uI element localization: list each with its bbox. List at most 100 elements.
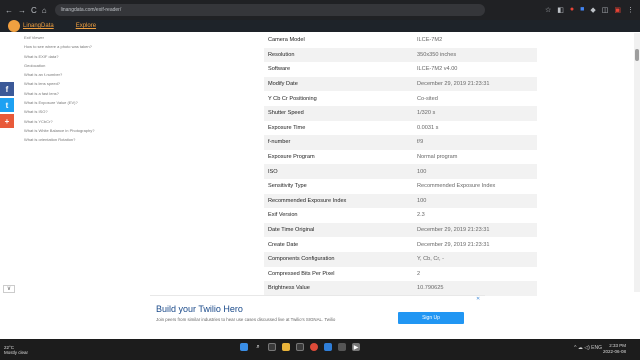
table-row: Exposure Program Normal program [264, 150, 537, 165]
sidebar-link[interactable]: What is Exposure Value (EV)? [24, 98, 144, 107]
exif-value: 10.790625 [417, 285, 444, 292]
exif-value: 2 [417, 270, 421, 277]
browser-nav: ← → C ⌂ [0, 6, 47, 15]
table-row: Shutter Speed 1/320 s [264, 105, 537, 121]
logo-text: LinangData [23, 23, 54, 29]
extension-icon[interactable]: ◧ [557, 6, 564, 14]
exif-key: Compressed Bits Per Pixel [268, 270, 335, 277]
system-tray[interactable]: ^ ☁ ◁) ENG [574, 345, 602, 351]
table-row: Modify Date December 29, 2019 21:23:31 [264, 76, 537, 92]
sidebar-link[interactable]: What is orientation Rotation? [24, 135, 144, 144]
logo-icon [8, 20, 20, 32]
sidebar-link[interactable]: What is White Balance in Photography? [24, 126, 144, 135]
exif-key: Exposure Program [268, 154, 315, 161]
table-row: Brightness Value 10.790625 [264, 281, 537, 296]
social-share-bar: f t + [0, 82, 14, 130]
ad-banner[interactable]: Build your Twilio Hero Join peers from s… [150, 295, 485, 335]
sidebar-link[interactable]: Exif Viewer [24, 33, 144, 42]
exif-key: Shutter Speed [268, 110, 304, 117]
table-row: Exif Version 2.3 [264, 208, 537, 223]
table-row: Recommended Exposure Index 100 [264, 193, 537, 209]
exif-key: Create Date [268, 241, 299, 248]
address-bar[interactable]: linangdata.com/exif-reader/ [54, 4, 485, 16]
sidebar-link[interactable]: What is YCbCr? [24, 117, 144, 126]
sidebar-link[interactable]: What is lens speed? [24, 79, 144, 88]
exif-key: Exif Version [268, 212, 298, 219]
sidebar-link[interactable]: What is EXIF data? [24, 52, 144, 61]
table-row: Resolution 350x350 inches [264, 47, 537, 63]
site-logo[interactable]: LinangData [8, 20, 54, 32]
exif-key: Brightness Value [268, 285, 310, 292]
reload-button[interactable]: C [31, 6, 37, 15]
exif-value: Co-sited [417, 95, 438, 102]
chrome-icon[interactable] [310, 343, 318, 351]
store-icon[interactable] [296, 343, 304, 351]
page-scrollbar[interactable] [634, 33, 640, 292]
windows-taskbar: 22°C Mostly clear ⌕ ▶ ^ ☁ ◁) ENG 2:33 PM… [0, 339, 640, 360]
exif-value: Y, Cb, Cr, - [417, 256, 444, 263]
clock[interactable]: 2:33 PM 2022-06-08 [603, 343, 626, 355]
exif-value: 0.0031 s [417, 124, 439, 131]
extension-red-icon[interactable]: ● [570, 6, 574, 14]
ad-signup-button[interactable]: Sign Up [398, 312, 464, 324]
twitter-icon[interactable]: t [0, 98, 14, 112]
table-row: Y Cb Cr Positioning Co-sited [264, 91, 537, 106]
sidebar-link[interactable]: Geolocation [24, 61, 144, 70]
home-button[interactable]: ⌂ [42, 6, 47, 15]
sidebar-link[interactable]: What is an f-number? [24, 70, 144, 79]
extension-icon-2[interactable]: ◆ [590, 6, 595, 14]
explore-link[interactable]: Explore [76, 23, 96, 29]
table-row: ISO 100 [264, 164, 537, 179]
back-button[interactable]: ← [5, 6, 13, 15]
table-row: Software ILCE-7M2 v4.00 [264, 62, 537, 77]
collapse-chevron-icon[interactable]: ∨ [3, 285, 15, 293]
weather-desc: Mostly clear [4, 349, 29, 355]
sidebar-link[interactable]: What is a fast lens? [24, 89, 144, 98]
exif-value: 2.3 [417, 212, 425, 219]
profile-icon[interactable]: ▣ [614, 6, 621, 14]
media-player-icon[interactable]: ▶ [352, 343, 360, 351]
exif-value: f/9 [417, 139, 424, 146]
exif-key: Resolution [268, 51, 295, 58]
search-icon[interactable]: ⌕ [254, 343, 262, 351]
facebook-icon[interactable]: f [0, 82, 14, 96]
ad-title[interactable]: Build your Twilio Hero [156, 304, 243, 314]
exif-key: Exposure Time [268, 124, 306, 131]
extension-blue-icon[interactable]: ■ [580, 6, 584, 14]
table-row: Create Date December 29, 2019 21:23:31 [264, 237, 537, 252]
menu-icon[interactable]: ⋮ [627, 6, 634, 14]
weather-widget[interactable]: 22°C Mostly clear [4, 345, 28, 355]
sidebar-links: Exif Viewer How to see where a photo was… [24, 33, 144, 145]
forward-button[interactable]: → [18, 6, 26, 15]
exif-key: f-number [268, 139, 291, 146]
exif-value: Normal program [417, 154, 458, 161]
exif-key: Software [268, 66, 291, 73]
ad-close-icon[interactable]: ✕ [476, 296, 480, 302]
exif-value: ILCE-7M2 v4.00 [417, 66, 458, 73]
extensions-bar: ☆ ◧ ● ■ ◆ ◫ ▣ ⋮ [545, 6, 640, 14]
table-row: Sensitivity Type Recommended Exposure Ind… [264, 179, 537, 194]
browser-toolbar: ← → C ⌂ linangdata.com/exif-reader/ ☆ ◧ … [0, 0, 640, 20]
file-explorer-icon[interactable] [282, 343, 290, 351]
app-icon[interactable] [338, 343, 346, 351]
extension-icon-3[interactable]: ◫ [602, 6, 609, 14]
start-icon[interactable] [240, 343, 248, 351]
exif-key: Modify Date [268, 81, 298, 88]
exif-value: December 29, 2019 21:23:31 [417, 81, 490, 88]
sidebar-link[interactable]: What is ISO? [24, 107, 144, 116]
exif-key: Date Time Original [268, 227, 315, 234]
ad-body: Join peers from similar industries to he… [156, 317, 336, 322]
exif-value: ILCE-7M2 [417, 37, 443, 44]
scrollbar-thumb[interactable] [635, 49, 639, 61]
exif-value: 100 [417, 168, 427, 175]
exif-value: December 29, 2019 21:23:31 [417, 227, 490, 234]
exif-key: Y Cb Cr Positioning [268, 95, 317, 102]
vscode-icon[interactable] [324, 343, 332, 351]
task-view-icon[interactable] [268, 343, 276, 351]
share-plus-icon[interactable]: + [0, 114, 14, 128]
bookmark-icon[interactable]: ☆ [545, 6, 551, 14]
table-row: Date Time Original December 29, 2019 21:2… [264, 222, 537, 238]
exif-key: Sensitivity Type [268, 183, 307, 190]
sidebar-link[interactable]: How to see where a photo was taken? [24, 42, 144, 51]
url-text: linangdata.com/exif-reader/ [60, 7, 122, 13]
